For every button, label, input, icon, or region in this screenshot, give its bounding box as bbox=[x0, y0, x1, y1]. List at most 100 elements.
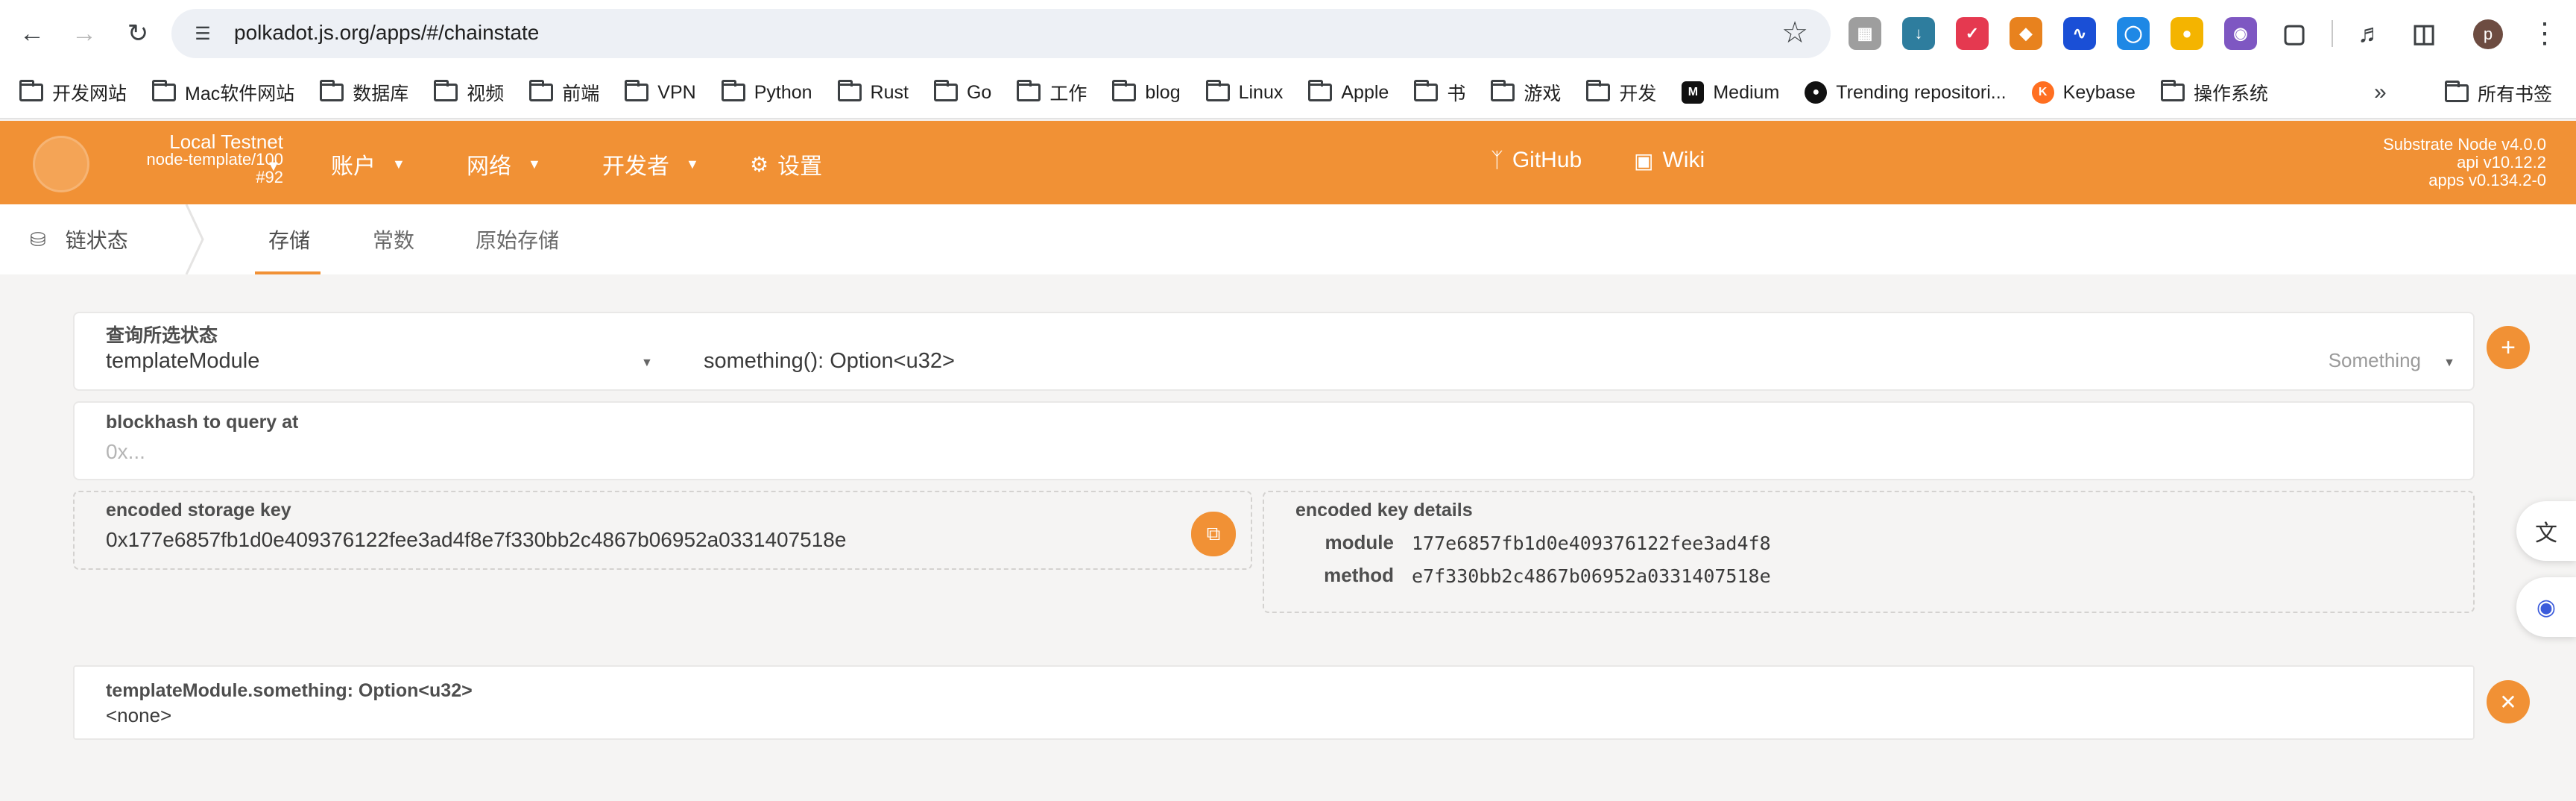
bookmark-label: Mac软件网站 bbox=[185, 84, 295, 104]
metamask-extension-icon[interactable]: ◆ bbox=[2010, 17, 2042, 50]
bookmark-folder[interactable]: Apple bbox=[1308, 80, 1389, 104]
bookmark-folder[interactable]: VPN bbox=[625, 80, 696, 104]
translate-icon[interactable]: 文 bbox=[2516, 501, 2576, 561]
app-header: Local Testnet node-template/100 #92 ▼ 账户… bbox=[0, 121, 2576, 204]
download-extension-icon[interactable]: ↓ bbox=[1902, 17, 1935, 50]
storage-key-value: 0x177e6857fb1d0e409376122fee3ad4f8e7f330… bbox=[106, 528, 847, 551]
pocket-extension-icon[interactable]: ✓ bbox=[1956, 17, 1989, 50]
tab-label: 原始存储 bbox=[476, 229, 560, 252]
bookmark-folder[interactable]: Mac软件网站 bbox=[152, 79, 294, 106]
ghost-extension-icon[interactable]: ◉ bbox=[2224, 17, 2257, 50]
github-icon: ● bbox=[1805, 81, 1828, 104]
method-dropdown[interactable]: something(): Option<u32> bbox=[704, 349, 955, 374]
add-query-button[interactable]: + bbox=[2487, 326, 2530, 369]
chain-logo[interactable] bbox=[33, 136, 89, 192]
forward-icon[interactable]: → bbox=[64, 13, 104, 54]
blockhash-input[interactable]: 0x... bbox=[106, 440, 145, 464]
extension-icon[interactable]: ▦ bbox=[1849, 17, 1881, 50]
section-title: ⛁ 链状态 bbox=[30, 204, 128, 274]
bookmarks-bar: 开发网站 Mac软件网站 数据库 视频 前端 VPN Python Rust G… bbox=[0, 67, 2576, 119]
all-bookmarks-folder[interactable]: 所有书签 bbox=[2445, 67, 2552, 119]
menu-label: 网络 bbox=[467, 154, 511, 179]
folder-icon bbox=[434, 80, 458, 101]
back-icon[interactable]: ← bbox=[12, 13, 52, 54]
bookmark-folder[interactable]: 书 bbox=[1414, 79, 1465, 106]
bookmark-folder[interactable]: blog bbox=[1112, 80, 1181, 104]
copy-icon[interactable]: ⧉ bbox=[1191, 512, 1236, 556]
bookmark-label: 操作系统 bbox=[2193, 84, 2268, 104]
remove-result-button[interactable]: ✕ bbox=[2487, 680, 2530, 723]
menu-settings[interactable]: ⚙ 设置 bbox=[750, 148, 822, 180]
bookmark-folder[interactable]: 开发 bbox=[1586, 79, 1656, 106]
media-control-icon[interactable]: ♬ bbox=[2354, 17, 2387, 50]
assistant-bot-icon[interactable]: ◉ bbox=[2516, 577, 2576, 637]
github-link[interactable]: ᛉ GitHub bbox=[1491, 148, 1582, 173]
profile-avatar[interactable]: p bbox=[2473, 19, 2503, 49]
tab-label: 存储 bbox=[268, 229, 311, 252]
site-settings-icon[interactable]: ☰ bbox=[188, 19, 218, 48]
chain-selector[interactable]: Local Testnet node-template/100 #92 bbox=[97, 131, 283, 186]
medium-icon: M bbox=[1682, 81, 1705, 104]
chevron-down-icon: ▼ bbox=[392, 156, 405, 172]
node-versions: Substrate Node v4.0.0 api v10.12.2 apps … bbox=[2383, 136, 2546, 189]
bookmark-label: Go bbox=[966, 81, 992, 103]
module-key-value: 177e6857fb1d0e409376122fee3ad4f8 bbox=[1412, 533, 1771, 554]
bookmark-folder[interactable]: 视频 bbox=[434, 79, 504, 106]
link-label: Wiki bbox=[1662, 148, 1705, 172]
gear-icon: ⚙ bbox=[750, 152, 769, 176]
blockhash-panel: blockhash to query at 0x... bbox=[73, 401, 2475, 480]
bookmark-folder[interactable]: Go bbox=[933, 80, 992, 104]
bookmark-keybase[interactable]: K Keybase bbox=[2031, 81, 2135, 104]
menu-developer[interactable]: 开发者 ▼ bbox=[602, 148, 699, 180]
bookmark-folder[interactable]: 游戏 bbox=[1491, 79, 1561, 106]
duck-extension-icon[interactable]: ● bbox=[2171, 17, 2203, 50]
menu-label: 开发者 bbox=[602, 154, 669, 179]
bookmark-folder[interactable]: 前端 bbox=[529, 79, 599, 106]
bookmark-medium[interactable]: M Medium bbox=[1682, 81, 1779, 104]
toolbar-divider bbox=[2332, 20, 2333, 47]
reload-icon[interactable]: ↻ bbox=[118, 13, 158, 54]
address-bar[interactable]: ☰ polkadot.js.org/apps/#/chainstate ☆ bbox=[171, 9, 1831, 58]
bookmark-folder[interactable]: Python bbox=[721, 80, 812, 104]
bookmark-label: 前端 bbox=[562, 84, 600, 104]
folder-icon bbox=[529, 80, 554, 101]
tab-constants[interactable]: 常数 bbox=[373, 204, 414, 274]
bookmark-folder[interactable]: Rust bbox=[837, 80, 909, 104]
bookmark-folder[interactable]: 工作 bbox=[1017, 79, 1087, 106]
query-result-panel: templateModule.something: Option<u32> <n… bbox=[73, 665, 2475, 740]
module-dropdown[interactable]: templateModule bbox=[106, 349, 259, 374]
chevron-down-icon[interactable]: ▼ bbox=[641, 356, 653, 370]
bookmark-label: Keybase bbox=[2062, 81, 2135, 103]
method-key-label: method bbox=[1324, 564, 1394, 586]
side-panel-icon[interactable]: ◫ bbox=[2408, 17, 2440, 50]
result-title: templateModule.something: Option<u32> bbox=[106, 680, 473, 701]
tab-raw-storage[interactable]: 原始存储 bbox=[476, 204, 559, 274]
query-selector-panel: 查询所选状态 templateModule ▼ something(): Opt… bbox=[73, 312, 2475, 391]
bookmark-github-trending[interactable]: ● Trending repositori... bbox=[1805, 81, 2007, 104]
network-name: Local Testnet bbox=[169, 131, 283, 153]
tab-storage[interactable]: 存储 bbox=[268, 204, 310, 274]
bookmark-folder[interactable]: 数据库 bbox=[320, 79, 408, 106]
menu-accounts[interactable]: 账户 ▼ bbox=[331, 148, 405, 180]
url-text[interactable]: polkadot.js.org/apps/#/chainstate bbox=[234, 21, 539, 45]
translate-extension-icon[interactable]: ◯ bbox=[2117, 17, 2150, 50]
menu-network[interactable]: 网络 ▼ bbox=[467, 148, 541, 180]
extensions-area: ▦ ↓ ✓ ◆ ∿ ◯ ● ◉ ▢ ♬ ◫ bbox=[1849, 13, 2461, 54]
bookmark-folder[interactable]: 操作系统 bbox=[2160, 79, 2268, 106]
chevron-down-icon[interactable]: ▼ bbox=[266, 158, 281, 175]
extensions-puzzle-icon[interactable]: ▢ bbox=[2278, 17, 2311, 50]
browser-menu-icon[interactable]: ⋮ bbox=[2531, 13, 2559, 54]
bookmark-folder[interactable]: Linux bbox=[1205, 80, 1283, 104]
folder-icon bbox=[1586, 80, 1611, 101]
bookmark-label: 游戏 bbox=[1524, 84, 1562, 104]
bookmark-star-icon[interactable]: ☆ bbox=[1781, 16, 1808, 50]
wiki-link[interactable]: ▣ Wiki bbox=[1634, 148, 1705, 173]
bookmark-folder[interactable]: 开发网站 bbox=[19, 79, 127, 106]
folder-icon bbox=[320, 80, 344, 101]
chevron-down-icon[interactable]: ▼ bbox=[2443, 356, 2455, 370]
folder-icon bbox=[721, 80, 745, 101]
folder-icon bbox=[152, 80, 177, 101]
folder-icon bbox=[1491, 80, 1515, 101]
more-bookmarks-icon[interactable]: » bbox=[2374, 80, 2387, 105]
wave-extension-icon[interactable]: ∿ bbox=[2063, 17, 2096, 50]
